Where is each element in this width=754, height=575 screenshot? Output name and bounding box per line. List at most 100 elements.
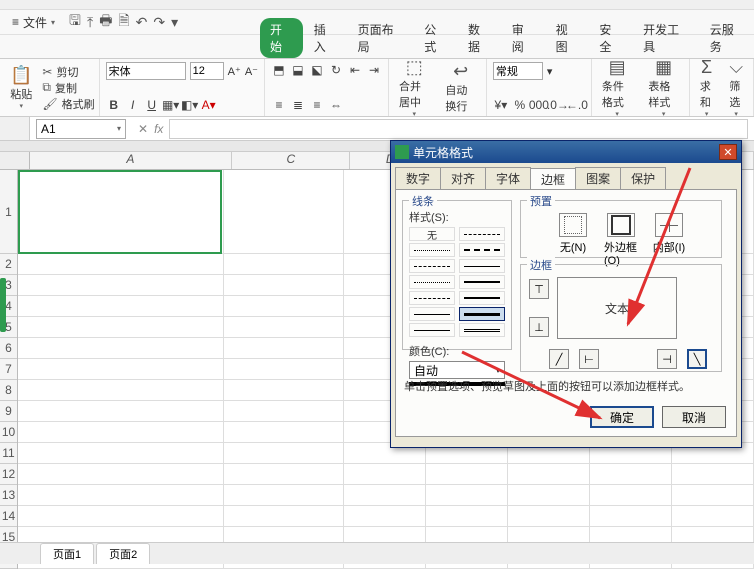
format-painter-button[interactable]: 🖌格式刷	[42, 96, 94, 112]
dialog-titlebar[interactable]: 单元格格式 ✕	[391, 141, 741, 163]
font-color-button[interactable]: A▾	[201, 97, 217, 113]
row-header-13[interactable]: 13	[0, 485, 17, 506]
style-none[interactable]: 无	[409, 227, 455, 241]
align-bottom-button[interactable]: ⬕	[309, 62, 325, 78]
row-header-12[interactable]: 12	[0, 464, 17, 485]
tab-review[interactable]: 审阅	[502, 18, 545, 58]
tab-page-layout[interactable]: 页面布局	[348, 18, 414, 58]
row-header-1[interactable]: 1	[0, 170, 17, 254]
cell[interactable]	[508, 485, 590, 506]
cell[interactable]	[672, 506, 754, 527]
number-format-select[interactable]	[493, 62, 543, 80]
percent-button[interactable]: %	[512, 97, 528, 113]
row-header-14[interactable]: 14	[0, 506, 17, 527]
select-all-corner[interactable]	[0, 152, 30, 169]
cell[interactable]	[18, 443, 224, 464]
qat-more-icon[interactable]: ▾	[171, 14, 178, 31]
align-center-button[interactable]: ≣	[290, 97, 306, 113]
cell[interactable]	[224, 254, 344, 275]
fx-icon[interactable]: fx	[154, 122, 163, 136]
dtab-border[interactable]: 边框	[530, 168, 576, 190]
col-header-A[interactable]: A	[30, 152, 233, 169]
paste-button[interactable]: 📋 粘贴 ▾	[4, 63, 38, 112]
cut-button[interactable]: ✂剪切	[42, 64, 94, 80]
preset-outline-button[interactable]: 外边框(O)	[604, 213, 638, 267]
table-style-button[interactable]: ▦ 表格样式 ▾	[642, 55, 684, 120]
cell[interactable]	[18, 296, 224, 317]
redo-icon[interactable]: ↷	[153, 14, 165, 31]
tab-data[interactable]: 数据	[458, 18, 501, 58]
currency-button[interactable]: ¥▾	[493, 97, 509, 113]
bold-button[interactable]: B	[106, 97, 122, 113]
sum-button[interactable]: Σ 求和 ▾	[694, 55, 720, 120]
col-header-C[interactable]: C	[232, 152, 350, 169]
cell[interactable]	[224, 443, 344, 464]
save-icon[interactable]: 🖫	[69, 10, 81, 34]
cell[interactable]	[18, 464, 224, 485]
cell[interactable]	[18, 275, 224, 296]
merge-center-button[interactable]: ⬚ 合并居中 ▾	[393, 55, 435, 120]
comma-button[interactable]: 000	[531, 97, 547, 113]
align-top-button[interactable]: ⬒	[271, 62, 287, 78]
preset-inside-button[interactable]: 内部(I)	[652, 213, 686, 267]
file-menu[interactable]: ≡ 文件 ▾	[4, 12, 63, 33]
decrease-font-icon[interactable]: A⁻	[245, 65, 258, 78]
dtab-number[interactable]: 数字	[395, 167, 441, 189]
cell[interactable]	[224, 170, 344, 254]
font-size-select[interactable]	[190, 62, 224, 80]
cell[interactable]	[590, 464, 672, 485]
open-icon[interactable]: ⤒	[87, 14, 93, 31]
row-header-9[interactable]: 9	[0, 401, 17, 422]
row-header-7[interactable]: 7	[0, 359, 17, 380]
style-opt-selected[interactable]	[459, 307, 505, 321]
cell[interactable]	[224, 317, 344, 338]
border-left-button[interactable]: ⊢	[579, 349, 599, 369]
name-box[interactable]: A1 ▾	[36, 119, 126, 139]
color-select[interactable]: 自动 ▾	[409, 361, 505, 379]
cell[interactable]	[18, 317, 224, 338]
fill-color-button[interactable]: ◧▾	[182, 97, 198, 113]
cell[interactable]	[224, 338, 344, 359]
border-preview[interactable]: 文本	[557, 277, 677, 339]
font-name-select[interactable]	[106, 62, 186, 80]
preview-icon[interactable]: 🗎	[118, 10, 129, 34]
cell[interactable]	[224, 275, 344, 296]
cell[interactable]	[508, 464, 590, 485]
cell[interactable]	[672, 485, 754, 506]
dtab-pattern[interactable]: 图案	[575, 167, 621, 189]
cell[interactable]	[18, 380, 224, 401]
cell[interactable]	[426, 506, 508, 527]
tab-formulas[interactable]: 公式	[414, 18, 457, 58]
border-diag2-button[interactable]: ╲	[687, 349, 707, 369]
sheet-tab[interactable]: 页面1	[40, 543, 94, 564]
tab-home[interactable]: 开始	[260, 18, 303, 58]
underline-button[interactable]: U	[144, 97, 160, 113]
dec-decimal-button[interactable]: ←.0	[569, 97, 585, 113]
indent-dec-button[interactable]: ⇤	[347, 62, 363, 78]
indent-inc-button[interactable]: ⇥	[366, 62, 382, 78]
row-header-11[interactable]: 11	[0, 443, 17, 464]
cell[interactable]	[18, 359, 224, 380]
copy-button[interactable]: ⧉复制	[42, 80, 94, 96]
close-button[interactable]: ✕	[719, 144, 737, 160]
preset-none-button[interactable]: 无(N)	[556, 213, 590, 267]
style-opt[interactable]	[409, 259, 455, 273]
cell[interactable]	[426, 485, 508, 506]
tab-security[interactable]: 安全	[589, 18, 632, 58]
row-header-2[interactable]: 2	[0, 254, 17, 275]
align-middle-button[interactable]: ⬓	[290, 62, 306, 78]
row-header-6[interactable]: 6	[0, 338, 17, 359]
style-opt[interactable]	[459, 291, 505, 305]
cell[interactable]	[18, 401, 224, 422]
dtab-align[interactable]: 对齐	[440, 167, 486, 189]
align-left-button[interactable]: ≡	[271, 97, 287, 113]
cell[interactable]	[672, 464, 754, 485]
tab-insert[interactable]: 插入	[304, 18, 347, 58]
cell[interactable]	[224, 485, 344, 506]
style-opt[interactable]	[459, 323, 505, 337]
style-opt[interactable]	[409, 291, 455, 305]
style-opt[interactable]	[459, 259, 505, 273]
distribute-button[interactable]: ⇔	[328, 97, 344, 113]
tab-developer[interactable]: 开发工具	[633, 18, 699, 58]
border-button[interactable]: ▦▾	[163, 97, 179, 113]
